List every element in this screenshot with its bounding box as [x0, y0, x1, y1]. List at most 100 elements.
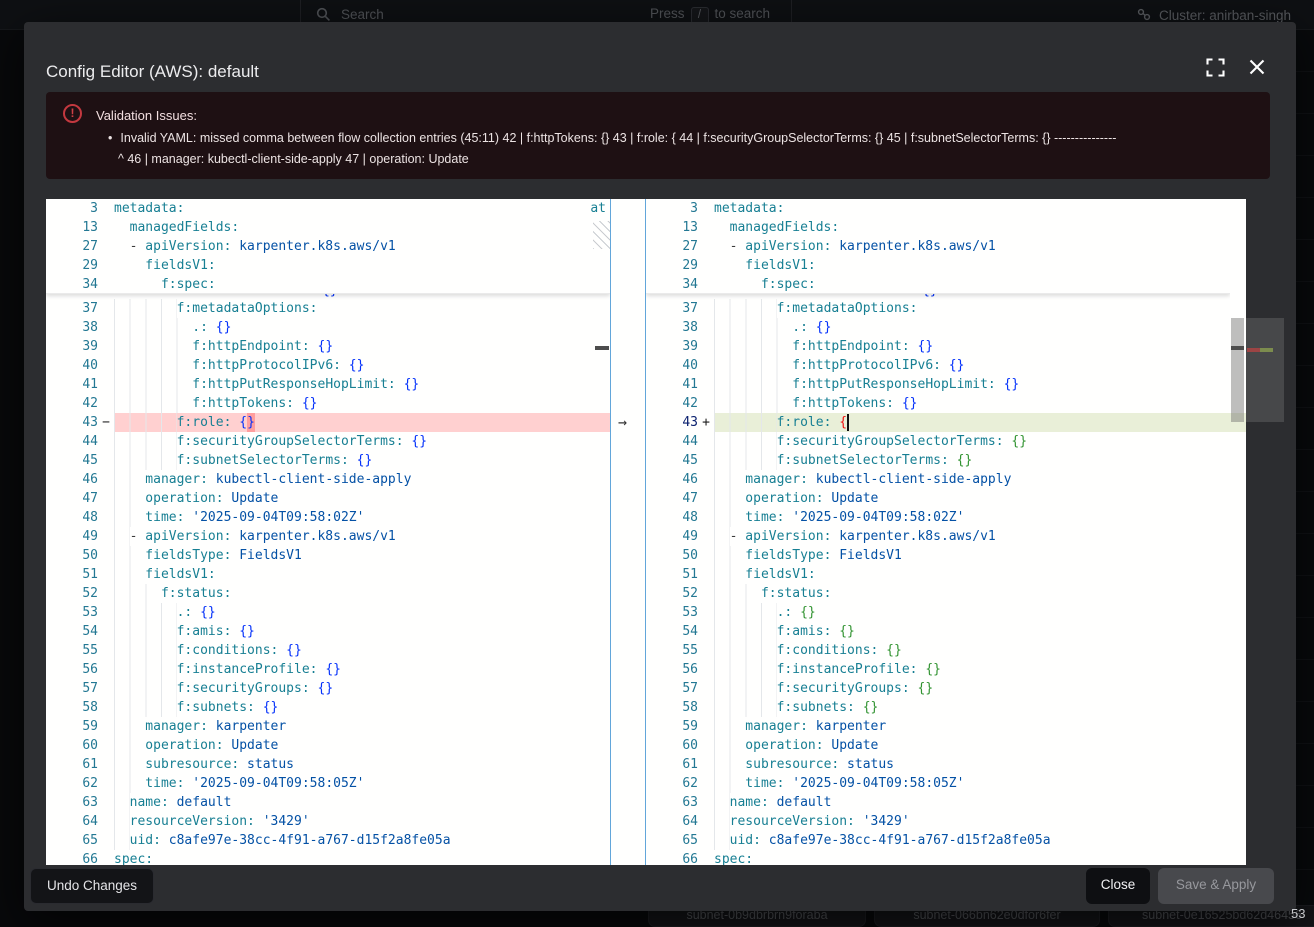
code-line-R-66[interactable]: 66spec: — [646, 850, 1230, 865]
overview-inserted-mark — [1260, 348, 1273, 352]
right-overview-cursor-mark — [1231, 346, 1244, 350]
code-line-R-45[interactable]: 45f:subnetSelectorTerms: {} — [646, 451, 1230, 470]
code-line-R-42[interactable]: 42f:httpTokens: {} — [646, 394, 1230, 413]
diff-overview-ruler[interactable] — [1246, 199, 1284, 865]
code-line-R-47[interactable]: 47operation: Update — [646, 489, 1230, 508]
code-line-L-52[interactable]: 52f:status: — [46, 584, 610, 603]
code-line-R-37[interactable]: 37f:metadataOptions: — [646, 299, 1230, 318]
code-line-R-59[interactable]: 59manager: karpenter — [646, 717, 1230, 736]
code-line-R-51[interactable]: 51fieldsV1: — [646, 565, 1230, 584]
sticky-scroll-header[interactable]: 3metadata:13managedFields:27- apiVersion… — [646, 199, 1230, 294]
code-line-L-45[interactable]: 45f:subnetSelectorTerms: {} — [46, 451, 610, 470]
scrollbar-slider[interactable] — [1231, 318, 1244, 422]
sticky-line-L-3[interactable]: 3metadata: — [46, 199, 610, 218]
close-footer-button[interactable]: Close — [1086, 868, 1150, 904]
revert-change-arrow[interactable]: → — [618, 413, 627, 432]
code-line-L-58[interactable]: 58f:subnets: {} — [46, 698, 610, 717]
error-icon: ! — [63, 104, 82, 123]
unchanged-region-fragment: at — [590, 199, 606, 218]
code-line-R-50[interactable]: 50fieldsType: FieldsV1 — [646, 546, 1230, 565]
diff-left-code[interactable]: 37f:metadataOptions:38.: {}39f:httpEndpo… — [46, 299, 610, 865]
sticky-scroll-header[interactable]: 3metadata:13managedFields:27- apiVersion… — [46, 199, 610, 294]
sticky-line-L-34[interactable]: 34f:spec: — [46, 275, 610, 294]
code-line-R-65[interactable]: 65uid: c8afe97e-38cc-4f91-a767-d15f2a8fe… — [646, 831, 1230, 850]
code-line-R-63[interactable]: 63name: default — [646, 793, 1230, 812]
code-line-R-62[interactable]: 62time: '2025-09-04T09:58:05Z' — [646, 774, 1230, 793]
code-line-L-64[interactable]: 64resourceVersion: '3429' — [46, 812, 610, 831]
code-line-R-53[interactable]: 53.: {} — [646, 603, 1230, 622]
code-line-R-61[interactable]: 61subresource: status — [646, 755, 1230, 774]
code-line-L-60[interactable]: 60operation: Update — [46, 736, 610, 755]
config-editor-modal: Config Editor (AWS): default ! Validatio… — [24, 22, 1296, 911]
sticky-line-R-13[interactable]: 13managedFields: — [646, 218, 1230, 237]
code-line-L-59[interactable]: 59manager: karpenter — [46, 717, 610, 736]
diff-left-pane[interactable]: 37f:metadataOptions:38.: {}39f:httpEndpo… — [46, 199, 610, 865]
code-line-L-51[interactable]: 51fieldsV1: — [46, 565, 610, 584]
code-line-L-42[interactable]: 42f:httpTokens: {} — [46, 394, 610, 413]
code-line-L-62[interactable]: 62time: '2025-09-04T09:58:05Z' — [46, 774, 610, 793]
code-line-L-56[interactable]: 56f:instanceProfile: {} — [46, 660, 610, 679]
code-line-R-40[interactable]: 40f:httpProtocolIPv6: {} — [646, 356, 1230, 375]
code-line-L-50[interactable]: 50fieldsType: FieldsV1 — [46, 546, 610, 565]
code-line-R-44[interactable]: 44f:securityGroupSelectorTerms: {} — [646, 432, 1230, 451]
code-line-L-46[interactable]: 46manager: kubectl-client-side-apply — [46, 470, 610, 489]
fullscreen-icon — [1206, 58, 1225, 77]
code-line-R-46[interactable]: 46manager: kubectl-client-side-apply — [646, 470, 1230, 489]
code-line-R-41[interactable]: 41f:httpPutResponseHopLimit: {} — [646, 375, 1230, 394]
validation-issues-banner: ! Validation Issues: •Invalid YAML: miss… — [46, 92, 1270, 179]
code-line-R-49[interactable]: 49- apiVersion: karpenter.k8s.aws/v1 — [646, 527, 1230, 546]
code-line-R-38[interactable]: 38.: {} — [646, 318, 1230, 337]
code-line-R-43[interactable]: 43+f:role: { — [646, 413, 1230, 432]
sticky-line-R-34[interactable]: 34f:spec: — [646, 275, 1230, 294]
fullscreen-button[interactable] — [1202, 58, 1228, 84]
sticky-line-L-29[interactable]: 29fieldsV1: — [46, 256, 610, 275]
code-line-R-57[interactable]: 57f:securityGroups: {} — [646, 679, 1230, 698]
overview-removed-mark — [1247, 348, 1260, 352]
close-button[interactable] — [1244, 58, 1270, 84]
code-line-L-57[interactable]: 57f:securityGroups: {} — [46, 679, 610, 698]
save-apply-button[interactable]: Save & Apply — [1158, 868, 1274, 904]
sticky-line-R-3[interactable]: 3metadata: — [646, 199, 1230, 218]
code-line-R-54[interactable]: 54f:amis: {} — [646, 622, 1230, 641]
sticky-line-L-27[interactable]: 27- apiVersion: karpenter.k8s.aws/v1 — [46, 237, 610, 256]
code-line-R-55[interactable]: 55f:conditions: {} — [646, 641, 1230, 660]
code-line-L-61[interactable]: 61subresource: status — [46, 755, 610, 774]
code-line-L-48[interactable]: 48time: '2025-09-04T09:58:02Z' — [46, 508, 610, 527]
code-line-L-63[interactable]: 63name: default — [46, 793, 610, 812]
code-line-R-60[interactable]: 60operation: Update — [646, 736, 1230, 755]
code-line-L-55[interactable]: 55f:conditions: {} — [46, 641, 610, 660]
code-line-R-39[interactable]: 39f:httpEndpoint: {} — [646, 337, 1230, 356]
code-line-L-66[interactable]: 66spec: — [46, 850, 610, 865]
code-line-L-38[interactable]: 38.: {} — [46, 318, 610, 337]
code-line-L-37[interactable]: 37f:metadataOptions: — [46, 299, 610, 318]
close-icon — [1248, 58, 1266, 76]
code-line-R-52[interactable]: 52f:status: — [646, 584, 1230, 603]
code-line-L-49[interactable]: 49- apiVersion: karpenter.k8s.aws/v1 — [46, 527, 610, 546]
sticky-line-L-13[interactable]: 13managedFields: — [46, 218, 610, 237]
code-line-L-43[interactable]: 43−f:role: {} — [46, 413, 610, 432]
sticky-line-R-29[interactable]: 29fieldsV1: — [646, 256, 1230, 275]
background-row-tail: 53 — [1291, 906, 1305, 921]
yaml-diff-editor[interactable]: 37f:metadataOptions:38.: {}39f:httpEndpo… — [46, 199, 1246, 865]
right-scrollbar[interactable] — [1230, 199, 1246, 865]
code-line-L-40[interactable]: 40f:httpProtocolIPv6: {} — [46, 356, 610, 375]
code-line-L-47[interactable]: 47operation: Update — [46, 489, 610, 508]
bullet: • — [108, 131, 112, 145]
diff-right-code[interactable]: 37f:metadataOptions:38.: {}39f:httpEndpo… — [646, 299, 1230, 865]
code-line-L-44[interactable]: 44f:securityGroupSelectorTerms: {} — [46, 432, 610, 451]
code-line-L-39[interactable]: 39f:httpEndpoint: {} — [46, 337, 610, 356]
undo-changes-button[interactable]: Undo Changes — [30, 868, 154, 904]
code-line-R-48[interactable]: 48time: '2025-09-04T09:58:02Z' — [646, 508, 1230, 527]
clipped-line-fragment: {} — [922, 294, 938, 299]
code-line-L-65[interactable]: 65uid: c8afe97e-38cc-4f91-a767-d15f2a8fe… — [46, 831, 610, 850]
code-line-L-53[interactable]: 53.: {} — [46, 603, 610, 622]
code-line-R-64[interactable]: 64resourceVersion: '3429' — [646, 812, 1230, 831]
validation-issue-item-continued: ^ 46 | manager: kubectl-client-side-appl… — [118, 152, 1218, 166]
diff-right-pane[interactable]: 37f:metadataOptions:38.: {}39f:httpEndpo… — [646, 199, 1230, 865]
diff-splitter[interactable]: → — [610, 199, 646, 865]
code-line-R-58[interactable]: 58f:subnets: {} — [646, 698, 1230, 717]
code-line-L-54[interactable]: 54f:amis: {} — [46, 622, 610, 641]
code-line-R-56[interactable]: 56f:instanceProfile: {} — [646, 660, 1230, 679]
code-line-L-41[interactable]: 41f:httpPutResponseHopLimit: {} — [46, 375, 610, 394]
sticky-line-R-27[interactable]: 27- apiVersion: karpenter.k8s.aws/v1 — [646, 237, 1230, 256]
